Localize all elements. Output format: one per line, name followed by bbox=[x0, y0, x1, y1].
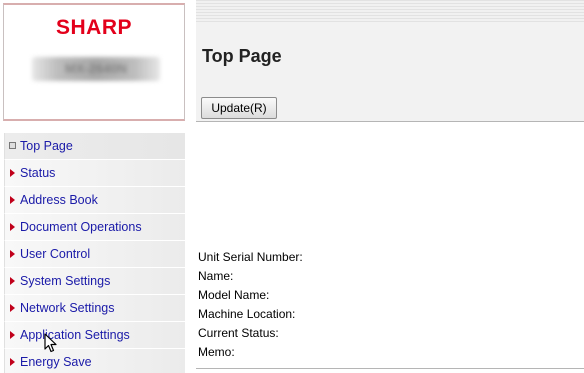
sidebar-item-address-book[interactable]: Address Book bbox=[4, 187, 185, 214]
mouse-cursor-icon bbox=[44, 333, 57, 353]
serial-number-label: Unit Serial Number: bbox=[198, 250, 303, 264]
model-name-blurred: MX-2640N bbox=[32, 57, 160, 81]
sidebar-item-status[interactable]: Status bbox=[4, 160, 185, 187]
triangle-right-icon bbox=[10, 196, 15, 204]
triangle-right-icon bbox=[10, 223, 15, 231]
triangle-right-icon bbox=[10, 358, 15, 366]
machine-location-label: Machine Location: bbox=[198, 307, 296, 321]
logo-panel: SHARP MX-2640N bbox=[3, 3, 185, 121]
sidebar-item-top-page[interactable]: Top Page bbox=[4, 133, 185, 160]
update-button[interactable]: Update(R) bbox=[201, 97, 277, 119]
sidebar-item-network-settings[interactable]: Network Settings bbox=[4, 295, 185, 322]
sidebar-item-label: Status bbox=[20, 166, 56, 180]
triangle-right-icon bbox=[10, 250, 15, 258]
memo-label: Memo: bbox=[198, 345, 235, 359]
sidebar-item-label: Network Settings bbox=[20, 301, 115, 315]
page-icon bbox=[9, 142, 16, 149]
name-label: Name: bbox=[198, 269, 234, 283]
sidebar-item-document-operations[interactable]: Document Operations bbox=[4, 214, 185, 241]
sharp-logo: SHARP bbox=[55, 16, 132, 39]
sidebar-item-user-control[interactable]: User Control bbox=[4, 241, 185, 268]
machine-info: Unit Serial Number: Name: Model Name: Ma… bbox=[198, 248, 303, 362]
sidebar-item-label: Address Book bbox=[20, 193, 98, 207]
sidebar-item-label: Top Page bbox=[20, 139, 73, 153]
model-name-label: Model Name: bbox=[198, 288, 270, 302]
sidebar-item-label: Energy Save bbox=[20, 355, 92, 369]
sidebar-item-energy-save[interactable]: Energy Save bbox=[4, 349, 185, 373]
sidebar-item-label: Document Operations bbox=[20, 220, 142, 234]
triangle-right-icon bbox=[10, 331, 15, 339]
header-bar: Top Page Update(R) bbox=[196, 0, 584, 122]
sidebar-menu: Top Page Status Address Book Document Op… bbox=[4, 133, 185, 373]
sidebar-item-label: User Control bbox=[20, 247, 91, 261]
current-status-label: Current Status: bbox=[198, 326, 279, 340]
sidebar-item-label: Application Settings bbox=[20, 328, 130, 342]
sidebar-item-label: System Settings bbox=[20, 274, 111, 288]
triangle-right-icon bbox=[10, 169, 15, 177]
divider bbox=[196, 368, 584, 369]
header-strip bbox=[196, 0, 584, 22]
triangle-right-icon bbox=[10, 304, 15, 312]
page-title: Top Page bbox=[202, 46, 282, 66]
sidebar-item-application-settings[interactable]: Application Settings bbox=[4, 322, 185, 349]
triangle-right-icon bbox=[10, 277, 15, 285]
sidebar-item-system-settings[interactable]: System Settings bbox=[4, 268, 185, 295]
